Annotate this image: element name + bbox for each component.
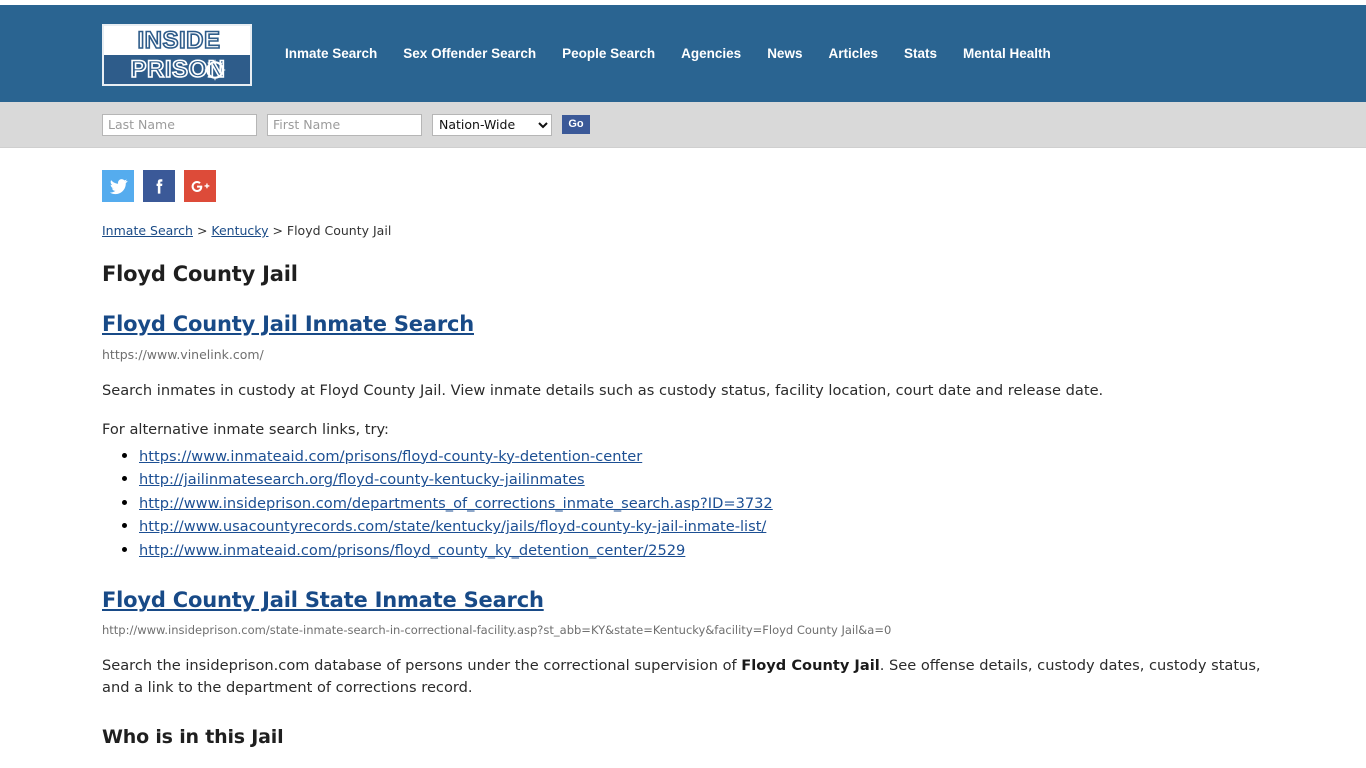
logo-bottom-band: PRISON [104,55,250,84]
twitter-icon [109,178,128,194]
nav-item-stats[interactable]: Stats [904,46,937,61]
state-inmate-search-link[interactable]: Floyd County Jail State Inmate Search [102,588,544,612]
inmate-search-description: Search inmates in custody at Floyd Count… [102,382,1104,399]
breadcrumb-separator-1: > [192,223,212,238]
nav-item-sex-offender-search[interactable]: Sex Offender Search [403,46,536,61]
logo-text-inside: INSIDE [137,26,221,54]
google-plus-icon [191,180,209,192]
inmate-search-url: https://www.vinelink.com/ [102,347,264,362]
alt-links-intro: For alternative inmate search links, try… [102,421,389,439]
state-desc-bold-facility: Floyd County Jail [741,657,880,675]
inmate-search-link[interactable]: Floyd County Jail Inmate Search [102,312,474,336]
list-item: http://jailinmatesearch.org/floyd-county… [139,468,1366,492]
alt-link-usacountyrecords[interactable]: http://www.usacountyrecords.com/state/ke… [139,518,766,535]
nav-item-people-search[interactable]: People Search [562,46,655,61]
last-name-input[interactable] [102,113,257,136]
alt-link-inmateaid-detention-center[interactable]: https://www.inmateaid.com/prisons/floyd-… [139,448,642,465]
logo-top-band: INSIDE [104,26,250,55]
razor-wire-circle-icon [204,59,226,80]
state-inmate-search-url: http://www.insideprison.com/state-inmate… [102,623,892,638]
google-plus-share-button[interactable] [184,170,216,202]
page-title: Floyd County Jail [102,262,298,286]
inmate-search-section-heading: Floyd County Jail Inmate Search [102,312,1366,336]
alt-link-inmateaid-2529[interactable]: http://www.inmateaid.com/prisons/floyd_c… [139,542,685,559]
first-name-input[interactable] [267,113,422,136]
nav-item-news[interactable]: News [767,46,802,61]
site-header: INSIDE PRISON Inmate Search Sex Offender… [0,5,1366,102]
state-desc-part1: Search the insideprison.com database of … [102,657,742,675]
list-item: http://www.inmateaid.com/prisons/floyd_c… [139,539,1366,563]
list-item: http://www.insideprison.com/departments_… [139,492,1366,516]
nav-item-inmate-search[interactable]: Inmate Search [285,46,377,61]
main-navigation: Inmate Search Sex Offender Search People… [285,23,1051,83]
alt-link-insideprison-doc[interactable]: http://www.insideprison.com/departments_… [139,495,773,512]
alt-link-jailinmatesearch[interactable]: http://jailinmatesearch.org/floyd-county… [139,471,585,488]
list-item: https://www.inmateaid.com/prisons/floyd-… [139,445,1366,469]
breadcrumb-link-inmate-search[interactable]: Inmate Search [102,223,193,238]
social-share-row [102,148,1366,202]
breadcrumb: Inmate Search > Kentucky > Floyd County … [102,223,1366,238]
breadcrumb-separator-2: > [268,223,287,238]
breadcrumb-current: Floyd County Jail [286,223,392,238]
alt-links-list: https://www.inmateaid.com/prisons/floyd-… [102,445,1366,563]
list-item: http://www.usacountyrecords.com/state/ke… [139,515,1366,539]
search-bar: Nation-Wide Go [0,102,1366,148]
search-scope-select[interactable]: Nation-Wide [432,113,552,136]
state-inmate-search-section-heading: Floyd County Jail State Inmate Search [102,588,1366,612]
state-inmate-search-description: Search the insideprison.com database of … [102,655,1264,698]
nav-item-articles[interactable]: Articles [828,46,878,61]
who-is-in-jail-heading: Who is in this Jail [102,726,284,749]
search-go-button[interactable]: Go [562,115,590,134]
page-content: Inmate Search > Kentucky > Floyd County … [0,148,1366,768]
site-logo[interactable]: INSIDE PRISON [102,24,252,86]
twitter-share-button[interactable] [102,170,134,202]
facebook-share-button[interactable] [143,170,175,202]
nav-item-mental-health[interactable]: Mental Health [963,46,1051,61]
facebook-icon [156,178,162,194]
nav-item-agencies[interactable]: Agencies [681,46,741,61]
breadcrumb-link-kentucky[interactable]: Kentucky [211,223,268,238]
